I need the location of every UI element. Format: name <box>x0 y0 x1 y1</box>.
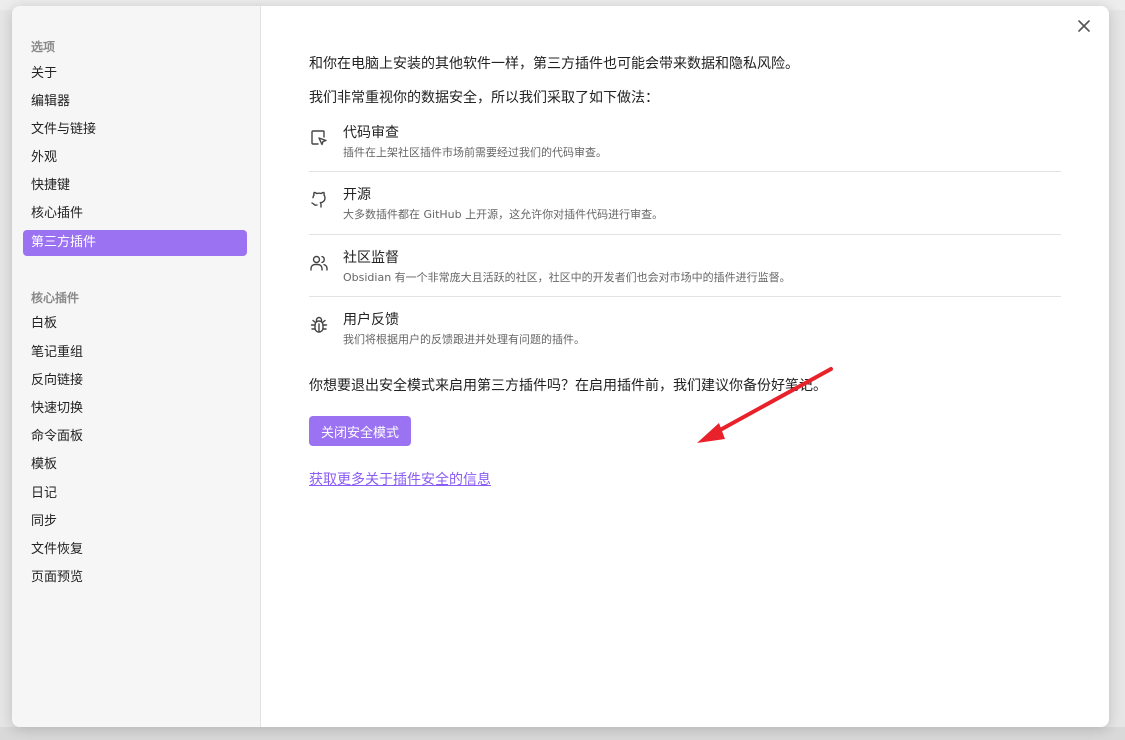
sidebar-section-options: 选项 <box>31 40 56 54</box>
feature-title: 社区监督 <box>343 250 399 266</box>
feature-description: Obsidian 有一个非常庞大且活跃的社区，社区中的开发者们也会对市场中的插件… <box>343 271 791 284</box>
feature-description: 插件在上架社区插件市场前需要经过我们的代码审查。 <box>343 146 607 159</box>
sidebar-item-core-plugins[interactable]: 核心插件 <box>23 201 247 227</box>
sidebar-item-about[interactable]: 关于 <box>23 61 247 87</box>
feature-user-feedback: 用户反馈 我们将根据用户的反馈跟进并处理有问题的插件。 <box>309 309 1061 371</box>
feature-description: 大多数插件都在 GitHub 上开源，这允许你对插件代码进行审查。 <box>343 208 664 221</box>
risk-intro-text: 和你在电脑上安装的其他软件一样，第三方插件也可能会带来数据和隐私风险。 <box>309 56 799 72</box>
divider <box>309 296 1061 297</box>
code-review-icon <box>309 128 329 148</box>
turn-off-safe-mode-button[interactable]: 关闭安全模式 <box>309 416 412 446</box>
sidebar-item-page-preview[interactable]: 页面预览 <box>23 565 247 591</box>
sidebar-item-templates[interactable]: 模板 <box>23 452 247 478</box>
sidebar-item-backlinks[interactable]: 反向链接 <box>23 368 247 394</box>
feature-code-review: 代码审查 插件在上架社区插件市场前需要经过我们的代码审查。 <box>309 122 1061 184</box>
divider <box>309 171 1061 172</box>
users-icon <box>309 253 329 273</box>
sidebar-item-file-recovery[interactable]: 文件恢复 <box>23 537 247 563</box>
feature-community-oversight: 社区监督 Obsidian 有一个非常庞大且活跃的社区，社区中的开发者们也会对市… <box>309 247 1061 309</box>
safe-mode-question-text: 你想要退出安全模式来启用第三方插件吗？在启用插件前，我们建议你备份好笔记。 <box>309 378 827 394</box>
sidebar-item-editor[interactable]: 编辑器 <box>23 89 247 115</box>
sidebar-item-files-links[interactable]: 文件与链接 <box>23 117 247 143</box>
window-backdrop-bottom <box>0 727 1125 740</box>
feature-open-source: 开源 大多数插件都在 GitHub 上开源，这允许你对插件代码进行审查。 <box>309 184 1061 246</box>
plugin-security-info-link[interactable]: 获取更多关于插件安全的信息 <box>309 469 491 489</box>
sidebar-section-core-plugins: 核心插件 <box>31 291 80 305</box>
sidebar-item-community-plugins[interactable]: 第三方插件 <box>23 230 247 256</box>
sidebar-item-daily-notes[interactable]: 日记 <box>23 481 247 507</box>
feature-title: 开源 <box>343 187 371 203</box>
sidebar-item-sync[interactable]: 同步 <box>23 509 247 535</box>
safety-intro-text: 我们非常重视你的数据安全，所以我们采取了如下做法： <box>309 90 659 106</box>
feature-description: 我们将根据用户的反馈跟进并处理有问题的插件。 <box>343 333 585 346</box>
sidebar-item-hotkeys[interactable]: 快捷键 <box>23 173 247 199</box>
bug-icon <box>309 315 329 335</box>
github-icon <box>309 190 329 210</box>
divider <box>309 234 1061 235</box>
sidebar-item-canvas[interactable]: 白板 <box>23 311 247 337</box>
settings-content: 和你在电脑上安装的其他软件一样，第三方插件也可能会带来数据和隐私风险。 我们非常… <box>309 6 1061 727</box>
sidebar-item-command-palette[interactable]: 命令面板 <box>23 424 247 450</box>
sidebar-item-note-composer[interactable]: 笔记重组 <box>23 340 247 366</box>
feature-title: 用户反馈 <box>343 312 399 328</box>
close-icon <box>1078 20 1090 32</box>
feature-title: 代码审查 <box>343 125 399 141</box>
close-button[interactable] <box>1074 16 1094 36</box>
settings-sidebar: 选项 关于 编辑器 文件与链接 外观 快捷键 核心插件 第三方插件 核心插件 白… <box>12 6 261 727</box>
settings-modal: 选项 关于 编辑器 文件与链接 外观 快捷键 核心插件 第三方插件 核心插件 白… <box>12 6 1109 727</box>
sidebar-item-quick-switcher[interactable]: 快速切换 <box>23 396 247 422</box>
sidebar-item-appearance[interactable]: 外观 <box>23 145 247 171</box>
